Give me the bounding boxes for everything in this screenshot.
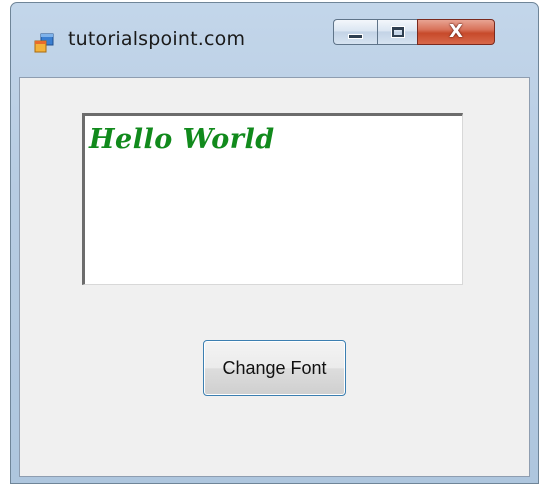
hello-world-textbox[interactable]: Hello World	[82, 113, 463, 285]
maximize-icon	[390, 26, 405, 38]
change-font-button[interactable]: Change Font	[203, 340, 346, 396]
close-button[interactable]: X	[417, 19, 495, 45]
windows-form-icon	[34, 33, 54, 53]
minimize-button[interactable]	[333, 19, 377, 45]
window-title: tutorialspoint.com	[68, 28, 246, 50]
title-bar[interactable]: tutorialspoint.com X	[11, 3, 538, 77]
minimize-icon	[348, 33, 363, 39]
app-window: tutorialspoint.com X Hello World Change …	[10, 2, 539, 484]
maximize-button[interactable]	[377, 19, 417, 45]
textbox-text: Hello World	[89, 124, 275, 155]
close-icon: X	[449, 21, 463, 42]
form-client-area: Hello World Change Font	[19, 77, 530, 477]
caption-buttons: X	[333, 19, 495, 45]
